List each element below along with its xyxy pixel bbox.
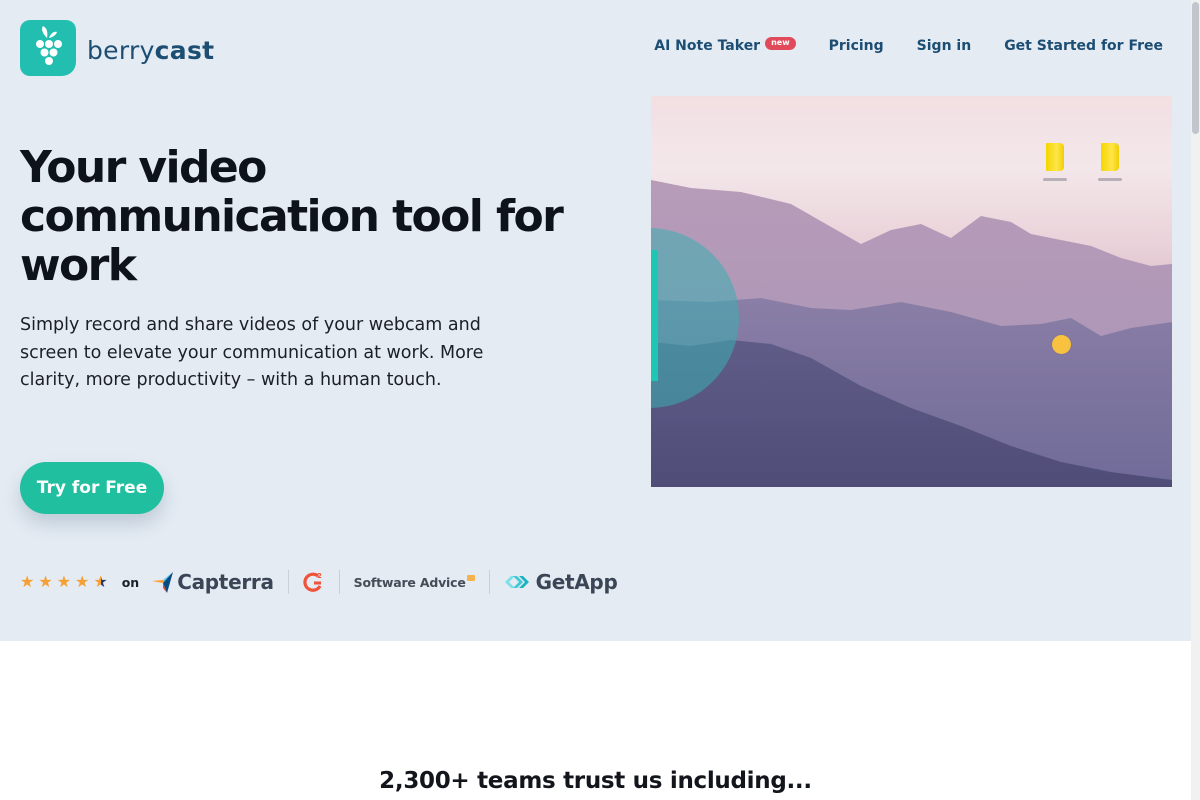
divider bbox=[287, 570, 289, 594]
folder-icon bbox=[1101, 143, 1119, 171]
ratings-bar: ★ ★ ★ ★ ★ on Capterra 2 Software Advice … bbox=[20, 566, 618, 598]
hero-headline: Your video communication tool for work bbox=[20, 142, 564, 291]
half-star-icon: ★ bbox=[93, 572, 108, 591]
nav-sign-in[interactable]: Sign in bbox=[917, 38, 972, 54]
folder-label bbox=[1098, 178, 1122, 181]
capterra-logo[interactable]: Capterra bbox=[151, 570, 274, 594]
g2-logo[interactable]: 2 bbox=[303, 571, 325, 593]
cursor-highlight bbox=[1052, 335, 1071, 354]
nav-get-started[interactable]: Get Started for Free bbox=[1004, 38, 1163, 54]
star-icon: ★ bbox=[20, 572, 35, 591]
folder-label bbox=[1043, 178, 1067, 181]
star-icon: ★ bbox=[56, 572, 72, 591]
star-icon: ★ bbox=[38, 572, 53, 591]
nav-ai-note-taker[interactable]: AI Note Taker new bbox=[654, 36, 796, 54]
getapp-chevrons-icon bbox=[504, 576, 529, 588]
on-label: on bbox=[121, 574, 140, 590]
try-for-free-button[interactable]: Try for Free bbox=[20, 462, 164, 514]
scrollbar-thumb[interactable] bbox=[1192, 2, 1199, 134]
capterra-arrow-icon bbox=[152, 572, 174, 593]
desktop-folder-icon[interactable] bbox=[1098, 143, 1122, 181]
divider bbox=[338, 570, 340, 594]
g2-icon: 2 bbox=[303, 572, 322, 592]
divider bbox=[488, 570, 490, 594]
software-advice-logo[interactable]: Software Advice bbox=[354, 575, 475, 590]
video-preview[interactable] bbox=[651, 96, 1172, 487]
getapp-logo[interactable]: GetApp bbox=[504, 570, 618, 594]
hero-section: berrycast AI Note Taker new Pricing Sign… bbox=[0, 0, 1191, 641]
capterra-text: Capterra bbox=[177, 570, 274, 594]
grape-icon bbox=[20, 20, 76, 76]
new-badge: new bbox=[765, 36, 796, 50]
page-scrollbar[interactable] bbox=[1191, 0, 1200, 800]
star-rating: ★ ★ ★ ★ ★ bbox=[20, 574, 112, 590]
hero-subtext: Simply record and share videos of your w… bbox=[20, 315, 484, 390]
trust-heading: 2,300+ teams trust us including... bbox=[379, 768, 812, 794]
logo-text-light: berry bbox=[87, 35, 155, 65]
desktop-folder-icon[interactable] bbox=[1043, 143, 1067, 181]
software-advice-text: Software Advice bbox=[353, 574, 466, 590]
nav-pricing[interactable]: Pricing bbox=[829, 38, 884, 54]
nav-ai-note-taker-label: AI Note Taker bbox=[654, 38, 761, 54]
top-nav: AI Note Taker new Pricing Sign in Get St… bbox=[654, 36, 1163, 54]
logo-link[interactable]: berrycast bbox=[20, 20, 214, 76]
folder-icon bbox=[1046, 143, 1064, 171]
svg-text:2: 2 bbox=[317, 572, 322, 580]
recording-indicator-bar bbox=[651, 250, 658, 381]
star-icon: ★ bbox=[75, 572, 90, 591]
speech-bubble-icon bbox=[466, 575, 475, 581]
logo-text-bold: cast bbox=[154, 35, 215, 65]
getapp-text: GetApp bbox=[535, 570, 618, 594]
logo-wordmark: berrycast bbox=[87, 36, 214, 65]
